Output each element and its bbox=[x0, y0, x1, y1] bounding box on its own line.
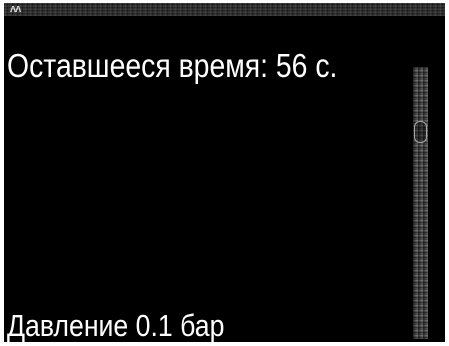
device-screen: ᴧᴧ Оставшееся время: 56 с. Давление 0.1 … bbox=[4, 3, 445, 342]
remaining-time-label: Оставшееся время: 56 с. bbox=[7, 47, 338, 84]
pressure-readout: Давление 0.1 бар bbox=[7, 308, 225, 343]
top-status-strip: ᴧᴧ bbox=[4, 3, 445, 16]
scrollbar[interactable] bbox=[413, 67, 428, 339]
status-indicator-icon: ᴧᴧ bbox=[10, 3, 21, 15]
scrollbar-thumb[interactable] bbox=[414, 121, 427, 143]
